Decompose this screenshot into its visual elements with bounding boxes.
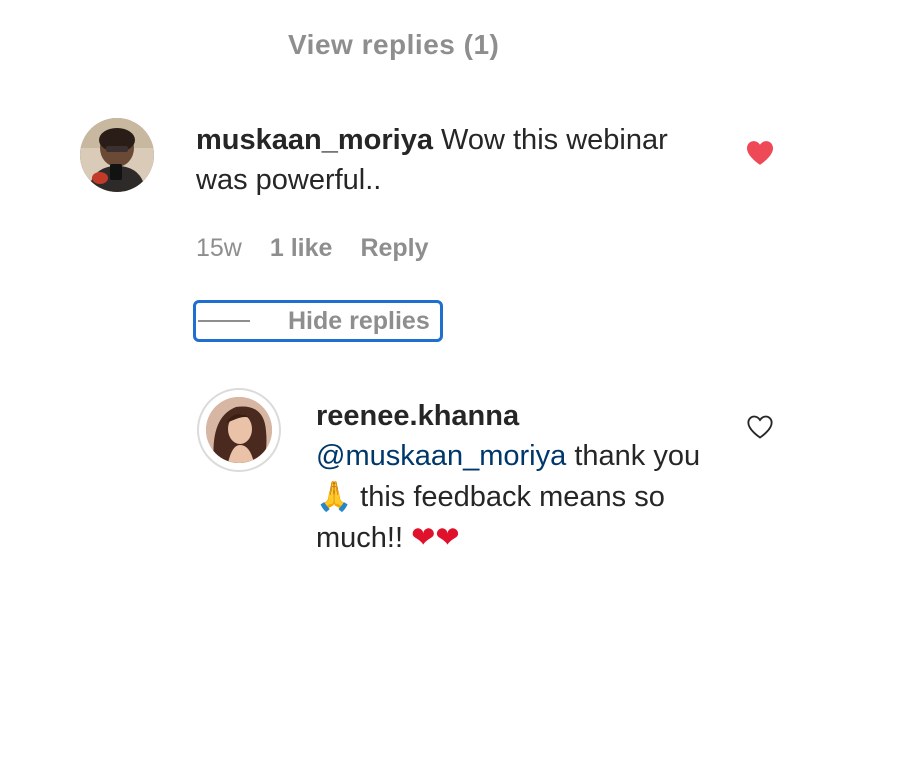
- reply-text-part1: thank you: [566, 440, 701, 472]
- red-hearts-emoji-icon: ❤❤: [411, 520, 460, 554]
- replies-divider-line: [198, 320, 250, 322]
- hide-replies-label: Hide replies: [288, 306, 430, 335]
- comment-like-count[interactable]: 1 like: [270, 234, 333, 263]
- pray-emoji-icon: 🙏: [316, 479, 353, 513]
- reply-body: reenee.khanna @muskaan_moriya thank you …: [316, 396, 736, 558]
- reply-text-part2: this feedback means so much!!: [316, 481, 665, 554]
- avatar-reenee-khanna[interactable]: [206, 397, 272, 463]
- reply-button[interactable]: Reply: [360, 234, 428, 263]
- comment-body: muskaan_moriya Wow this webinar was powe…: [196, 120, 716, 200]
- reply-mention[interactable]: @muskaan_moriya: [316, 440, 566, 472]
- comment-username[interactable]: muskaan_moriya: [196, 124, 433, 156]
- comment-timestamp[interactable]: 15w: [196, 234, 242, 263]
- hide-replies-button[interactable]: Hide replies: [193, 300, 443, 342]
- avatar-muskaan-moriya[interactable]: [80, 118, 154, 192]
- reply-username[interactable]: reenee.khanna: [316, 396, 736, 436]
- view-replies-cutoff[interactable]: View replies (1): [288, 34, 499, 60]
- comment-meta: 15w 1 like Reply: [196, 232, 429, 264]
- heart-filled-icon[interactable]: [745, 140, 775, 166]
- heart-outline-icon[interactable]: [746, 414, 774, 440]
